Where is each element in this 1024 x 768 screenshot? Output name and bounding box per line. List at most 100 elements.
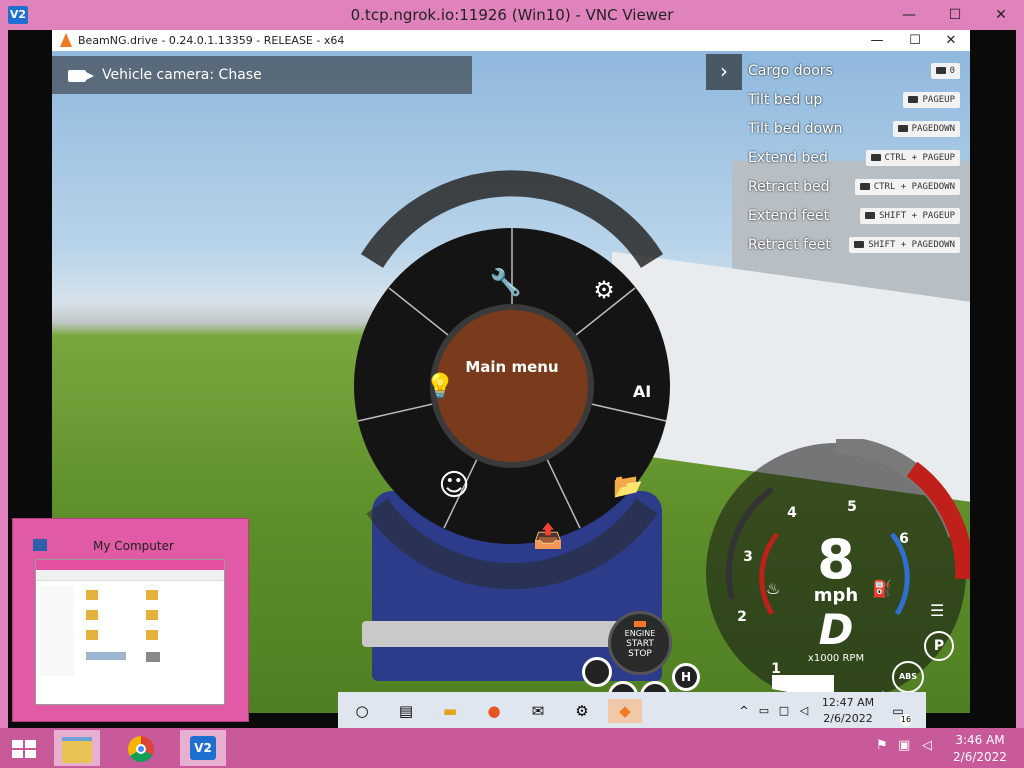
firefox-icon[interactable]: ● — [482, 699, 506, 723]
beamng-close-button[interactable]: ✕ — [932, 30, 970, 51]
vnc-logo: V2 — [190, 736, 216, 760]
windows-start-icon[interactable] — [10, 738, 38, 760]
speed-readout: 8 — [817, 528, 855, 591]
ai-chip-icon[interactable]: AI — [622, 374, 662, 410]
hint-label: Retract feet — [748, 237, 831, 253]
hint-key: PAGEDOWN — [892, 121, 960, 137]
video-camera-icon — [68, 70, 94, 82]
hint-label: Tilt bed up — [748, 92, 823, 108]
action-center-flag-icon[interactable]: ⚑ — [876, 738, 892, 756]
thumbnail-title: My Computer — [93, 539, 174, 553]
chrome-icon[interactable] — [118, 730, 164, 766]
wrench-icon[interactable]: 🔧 — [486, 268, 526, 304]
hint-key: SHIFT + PAGEUP — [860, 208, 960, 224]
hint-key: CTRL + PAGEUP — [865, 150, 960, 166]
host-clock-time[interactable]: 3:46 AM — [948, 733, 1012, 747]
handbrake-icon[interactable]: H — [672, 663, 700, 691]
hint-label: Tilt bed down — [748, 121, 843, 137]
host-taskbar: V2 ⚑ ▣ ◁ 3:46 AM 2/6/2022 — [0, 728, 1024, 768]
remote-clock-time[interactable]: 12:47 AM — [818, 696, 878, 709]
computer-icon — [33, 539, 47, 551]
preview-nav-pane — [40, 586, 74, 676]
rpm-mark: 6 — [899, 531, 909, 547]
hint-label: Cargo doors — [748, 63, 833, 79]
speed-unit: mph — [813, 585, 859, 606]
mail-icon[interactable]: ✉ — [526, 699, 550, 723]
rpm-mark: 3 — [743, 549, 753, 565]
hint-key: 0 — [930, 63, 960, 79]
preview-folder-icon — [146, 610, 158, 620]
thumbnail-preview — [35, 559, 225, 705]
wheel-icon[interactable] — [582, 657, 612, 687]
settings-icon[interactable]: ⚙ — [570, 699, 594, 723]
hint-key: CTRL + PAGEDOWN — [854, 179, 960, 195]
beamng-icon[interactable]: ◆ — [608, 699, 642, 723]
vnc-viewer-icon[interactable]: V2 — [180, 730, 226, 766]
keyboard-icon — [870, 154, 881, 161]
hint-row: Retract feet SHIFT + PAGEDOWN — [742, 231, 970, 259]
temperature-icon: ♨ — [766, 579, 781, 598]
hint-label: Retract bed — [748, 179, 830, 195]
vnc-window-title: 0.tcp.ngrok.io:11926 (Win10) - VNC Viewe… — [350, 6, 674, 24]
beamng-logo-icon — [60, 33, 72, 47]
remote-desktop: BeamNG.drive - 0.24.0.1.13359 - RELEASE … — [8, 30, 1016, 728]
keyboard-icon — [935, 67, 946, 74]
beamng-minimize-button[interactable]: — — [858, 30, 896, 51]
rpm-label: x1000 RPM — [807, 653, 865, 664]
keyboard-icon — [865, 212, 876, 219]
vnc-maximize-button[interactable]: ☐ — [932, 0, 978, 30]
preview-drive-icon — [146, 652, 160, 662]
rpm-mark: 4 — [787, 505, 797, 521]
smiley-icon[interactable]: ☺ — [434, 468, 474, 504]
my-computer-thumbnail[interactable]: My Computer — [12, 518, 249, 722]
preview-drive-icon — [86, 652, 126, 660]
hint-row: Extend bed CTRL + PAGEUP — [742, 144, 970, 172]
preview-folder-icon — [146, 630, 158, 640]
menu-title: Main menu — [465, 358, 559, 376]
beamng-titlebar[interactable]: BeamNG.drive - 0.24.0.1.13359 - RELEASE … — [52, 30, 970, 51]
fuel-icon: ⛽ — [872, 579, 892, 598]
hint-row: Cargo doors 0 — [742, 57, 970, 85]
preview-folder-icon — [86, 590, 98, 600]
network-icon[interactable]: ▣ — [898, 738, 914, 756]
remote-clock-date[interactable]: 2/6/2022 — [818, 712, 878, 725]
volume-muted-icon[interactable]: ◁ — [922, 738, 938, 756]
vnc-remote-view[interactable]: BeamNG.drive - 0.24.0.1.13359 - RELEASE … — [8, 30, 1016, 728]
notification-count: 16 — [900, 714, 912, 726]
chassis-icon[interactable]: ⚙ — [584, 276, 624, 312]
chrome-logo — [128, 736, 154, 762]
preview-folder-icon — [86, 610, 98, 620]
folder-shape — [62, 737, 92, 763]
rpm-mark: 5 — [847, 499, 857, 515]
vnc-close-button[interactable]: ✕ — [978, 0, 1024, 30]
folder-load-icon[interactable]: 📂 — [608, 472, 648, 508]
engine-start-stop-button[interactable]: ENGINE START STOP — [608, 611, 672, 675]
vnc-right-border — [1016, 30, 1024, 730]
preview-ribbon — [36, 570, 224, 581]
rpm-mark: 2 — [737, 609, 747, 625]
file-explorer-icon[interactable] — [54, 730, 100, 766]
file-explorer-icon[interactable]: ▬ — [438, 699, 462, 723]
hint-row: Tilt bed up PAGEUP — [742, 86, 970, 114]
rpm-mark: 1 — [771, 661, 781, 677]
preview-folder-icon — [86, 630, 98, 640]
vnc-minimize-button[interactable]: — — [886, 0, 932, 30]
beamng-maximize-button[interactable]: ☐ — [896, 30, 934, 51]
vnc-left-border — [0, 30, 8, 730]
preview-folder-icon — [146, 590, 158, 600]
cortana-icon[interactable]: ○ — [350, 699, 374, 723]
task-view-icon[interactable]: ▤ — [394, 699, 418, 723]
hint-key: PAGEUP — [903, 92, 960, 108]
keyboard-icon — [854, 241, 865, 248]
chevron-right-icon[interactable]: › — [706, 54, 742, 90]
camera-bar: Vehicle camera: Chase — [52, 56, 472, 94]
volume-icon[interactable]: ◁ — [792, 699, 816, 723]
lightbulb-icon[interactable]: 💡 — [420, 372, 460, 408]
hint-row: Tilt bed down PAGEDOWN — [742, 115, 970, 143]
vehicle-hints-panel: › Cargo doors 0 Tilt bed up PAGEUP Tilt … — [706, 54, 970, 260]
engine-indicator — [634, 621, 646, 627]
folder-save-icon[interactable]: 📤 — [528, 522, 568, 558]
vnc-titlebar[interactable]: V2 0.tcp.ngrok.io:11926 (Win10) - VNC Vi… — [0, 0, 1024, 30]
gear-indicator: D — [818, 605, 854, 654]
host-clock-date[interactable]: 2/6/2022 — [948, 750, 1012, 764]
